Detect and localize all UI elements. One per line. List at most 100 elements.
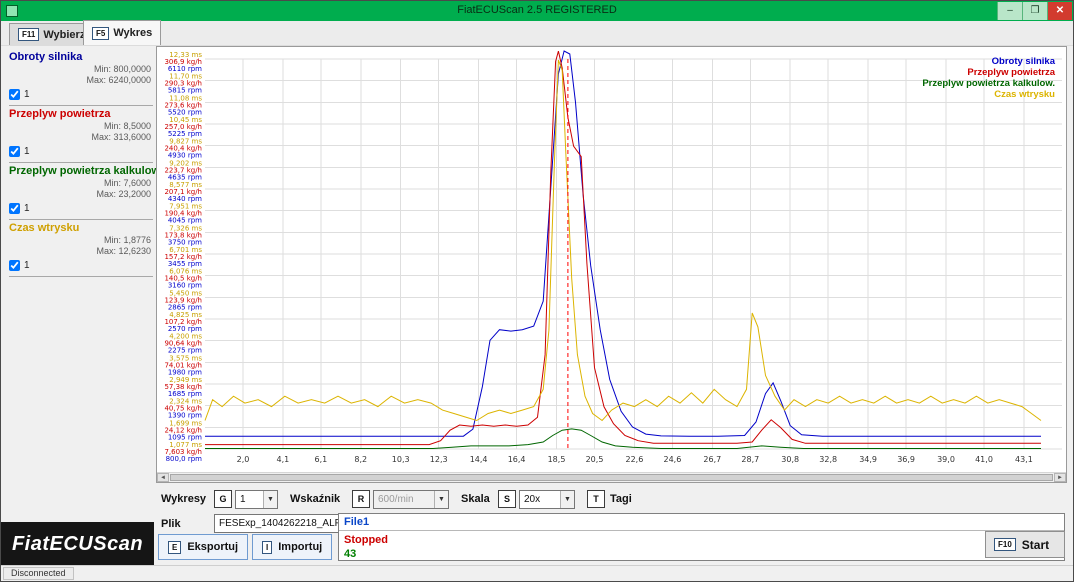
divider xyxy=(9,105,153,106)
window-controls: – ❐ ✕ xyxy=(997,2,1072,20)
parameter-enabled-checkbox[interactable] xyxy=(9,146,20,157)
x-axis-labels: 2,04,16,18,210,312,314,416,418,520,522,6… xyxy=(237,455,1033,464)
svg-text:26,7: 26,7 xyxy=(703,455,721,464)
chart-series xyxy=(205,51,1041,449)
svg-text:Czas wtrysku: Czas wtrysku xyxy=(994,89,1055,100)
parameter-enabled-checkbox[interactable] xyxy=(9,89,20,100)
svg-text:14,4: 14,4 xyxy=(470,455,488,464)
status-text: Stopped xyxy=(339,531,1064,546)
svg-text:24,6: 24,6 xyxy=(663,455,681,464)
svg-text:39,0: 39,0 xyxy=(937,455,955,464)
file-status-panel: File1 Stopped 43 xyxy=(338,513,1065,561)
wykresy-label: Wykresy xyxy=(161,493,206,505)
parameter-min: Min: 1,8776 xyxy=(9,235,153,245)
divider xyxy=(9,219,153,220)
series-line xyxy=(205,429,1041,449)
importuj-key-badge: I xyxy=(262,541,272,554)
svg-text:10,3: 10,3 xyxy=(392,455,410,464)
svg-text:16,4: 16,4 xyxy=(508,455,526,464)
importuj-button[interactable]: I Importuj xyxy=(252,534,332,560)
scroll-thumb[interactable] xyxy=(170,474,1053,481)
svg-text:6,1: 6,1 xyxy=(315,455,328,464)
svg-text:22,6: 22,6 xyxy=(625,455,643,464)
wykresy-select[interactable]: 1 ▼ xyxy=(235,490,278,509)
svg-text:800,0 rpm: 800,0 rpm xyxy=(166,455,203,463)
minimize-button[interactable]: – xyxy=(997,2,1022,20)
divider xyxy=(9,276,153,277)
parameter-checkbox-label: 1 xyxy=(24,203,30,214)
wskaznik-label: Wskaźnik xyxy=(290,493,340,505)
svg-text:36,9: 36,9 xyxy=(897,455,915,464)
window-title: FiatECUScan 2.5 REGISTERED xyxy=(1,4,1073,16)
app-window: FiatECUScan 2.5 REGISTERED – ❐ ✕ F11 Wyb… xyxy=(0,0,1074,582)
tagi-label: Tagi xyxy=(610,493,632,505)
svg-text:Przeplyw powietrza: Przeplyw powietrza xyxy=(967,67,1055,78)
maximize-button[interactable]: ❐ xyxy=(1022,2,1047,20)
skala-label: Skala xyxy=(461,493,490,505)
tab-wybierz[interactable]: F11 Wybierz xyxy=(9,23,94,45)
parameter-checkbox-label: 1 xyxy=(24,260,30,271)
tab-key-badge-f5: F5 xyxy=(92,27,109,40)
svg-text:32,8: 32,8 xyxy=(819,455,837,464)
parameter-enabled-checkbox[interactable] xyxy=(9,203,20,214)
tab-wykres-label: Wykres xyxy=(113,27,152,39)
start-key-badge: F10 xyxy=(994,538,1016,551)
wykresy-key-button[interactable]: G xyxy=(214,490,232,508)
parameter-max: Max: 23,2000 xyxy=(9,189,153,199)
parameter-checkbox-label: 1 xyxy=(24,146,30,157)
svg-text:Obroty silnika: Obroty silnika xyxy=(992,56,1056,67)
divider xyxy=(9,162,153,163)
tab-bar: F11 Wybierz F5 Wykres xyxy=(1,21,1073,46)
connection-status: Disconnected xyxy=(3,567,74,580)
svg-text:8,2: 8,2 xyxy=(354,455,367,464)
app-logo: FiatECUScan xyxy=(1,522,154,567)
svg-text:12,3: 12,3 xyxy=(430,455,448,464)
parameter-max: Max: 313,6000 xyxy=(9,132,153,142)
tab-wykres[interactable]: F5 Wykres xyxy=(83,20,161,45)
parameter-name: Obroty silnika xyxy=(9,51,153,63)
parameter-name: Przeplyw powietrza xyxy=(9,108,153,120)
file-name-field[interactable]: File1 xyxy=(339,514,1064,531)
series-line xyxy=(205,51,1041,445)
parameter-name: Czas wtrysku xyxy=(9,222,153,234)
svg-text:41,0: 41,0 xyxy=(975,455,993,464)
chart-grid xyxy=(205,59,1062,449)
close-button[interactable]: ✕ xyxy=(1047,2,1072,20)
start-button[interactable]: F10 Start xyxy=(985,531,1065,558)
wskaznik-key-button[interactable]: R xyxy=(352,490,370,508)
svg-text:18,5: 18,5 xyxy=(548,455,566,464)
tab-key-badge-f11: F11 xyxy=(18,28,39,41)
parameter-checkbox-label: 1 xyxy=(24,89,30,100)
parameter-max: Max: 12,6230 xyxy=(9,246,153,256)
parameter-item: Obroty silnikaMin: 800,0000Max: 6240,000… xyxy=(9,51,153,106)
chart[interactable]: 12,33 ms306,9 kg/h6110 rpm11,70 ms290,3 … xyxy=(157,47,1066,471)
svg-text:43,1: 43,1 xyxy=(1015,455,1033,464)
scroll-right-arrow-icon[interactable]: ► xyxy=(1054,473,1066,482)
eksportuj-key-badge: E xyxy=(168,541,181,554)
skala-select-value: 20x xyxy=(520,494,560,505)
chevron-down-icon[interactable]: ▼ xyxy=(263,491,277,508)
sample-count: 43 xyxy=(339,546,1064,560)
plik-label: Plik xyxy=(161,518,181,530)
wskaznik-select-value: 600/min xyxy=(374,494,434,505)
skala-key-button[interactable]: S xyxy=(498,490,516,508)
tab-wybierz-label: Wybierz xyxy=(43,29,85,41)
chart-panel: 12,33 ms306,9 kg/h6110 rpm11,70 ms290,3 … xyxy=(156,46,1067,483)
svg-text:34,9: 34,9 xyxy=(859,455,877,464)
parameter-name: Przeplyw powietrza kalkulow. xyxy=(9,165,153,177)
series-line xyxy=(205,60,1041,421)
svg-text:Przeplyw powietrza kalkulow.: Przeplyw powietrza kalkulow. xyxy=(922,78,1055,89)
svg-text:4,1: 4,1 xyxy=(277,455,290,464)
chevron-down-icon[interactable]: ▼ xyxy=(560,491,574,508)
chart-horizontal-scrollbar[interactable]: ◄ ► xyxy=(157,472,1066,482)
scroll-left-arrow-icon[interactable]: ◄ xyxy=(157,473,169,482)
parameter-enabled-checkbox[interactable] xyxy=(9,260,20,271)
svg-text:30,8: 30,8 xyxy=(781,455,799,464)
parameter-max: Max: 6240,0000 xyxy=(9,75,153,85)
svg-text:2,0: 2,0 xyxy=(237,455,250,464)
parameter-min: Min: 8,5000 xyxy=(9,121,153,131)
status-bar: Disconnected xyxy=(1,565,1073,581)
skala-select[interactable]: 20x ▼ xyxy=(519,490,575,509)
eksportuj-button[interactable]: E Eksportuj xyxy=(158,534,248,560)
tagi-key-button[interactable]: T xyxy=(587,490,605,508)
